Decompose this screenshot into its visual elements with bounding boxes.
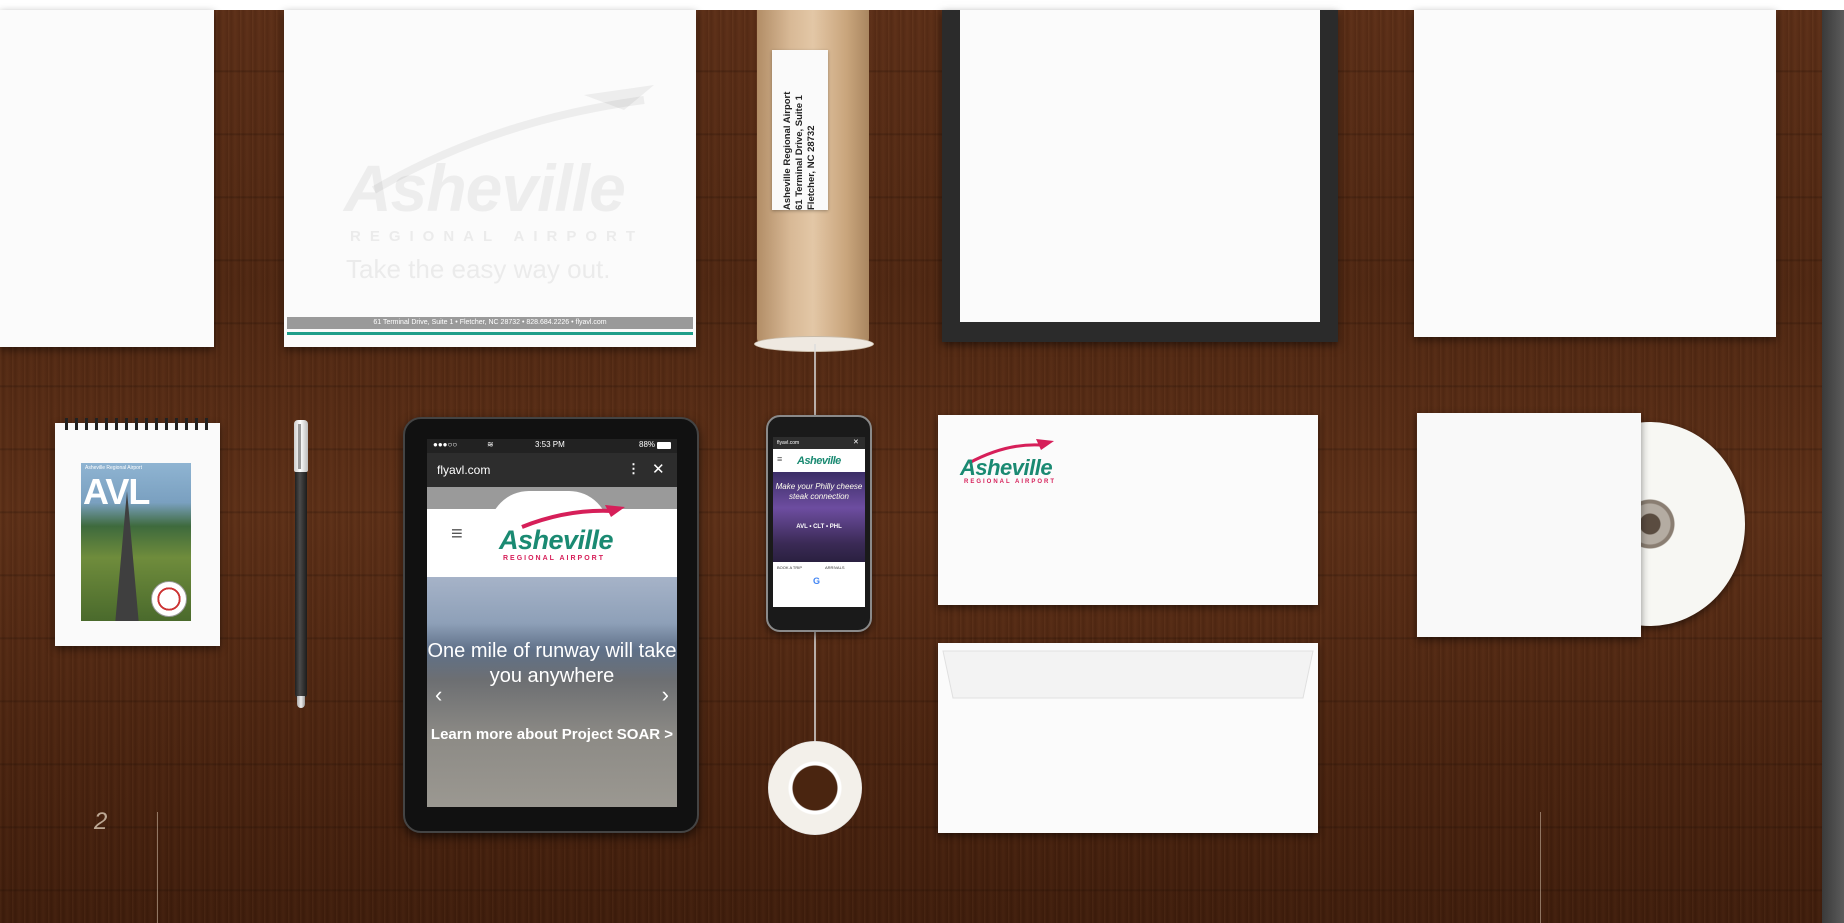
phone-hero-route: AVL • CLT • PHL [796,524,842,530]
letterhead: Asheville REGIONAL AIRPORT Take the easy… [284,10,696,347]
folder-sheet [960,10,1320,322]
cd-sleeve [1417,413,1641,637]
signal-icon: ●●●○○ [433,440,458,449]
letterhead-teal-rule [287,332,693,335]
pen-clip [298,424,301,469]
envelope-logo-sub: REGIONAL AIRPORT [964,479,1057,485]
presentation-folder [942,10,1338,342]
dark-edge [1822,10,1844,923]
letterhead-watermark-sub: REGIONAL AIRPORT [350,228,645,245]
notepad-spiral [65,418,210,430]
envelope-logo-word: Asheville [960,455,1053,480]
phone-device: flyavl.com ✕ ≡ Asheville Make your Phill… [766,415,872,632]
envelope-flap [942,650,1314,699]
book-trip-link[interactable]: BOOK A TRIP [777,565,802,570]
phone-screen: flyavl.com ✕ ≡ Asheville Make your Phill… [773,437,865,607]
carousel-prev-arrow-icon[interactable]: ‹ [435,682,442,708]
hero-headline: One mile of runway will take you anywher… [427,640,677,687]
runway-photo: Asheville Regional Airport AVL [81,463,191,621]
hamburger-menu-icon[interactable]: ≡ [451,523,463,546]
tablet-hero: One mile of runway will take you anywher… [427,577,677,807]
letterhead-footer: 61 Terminal Drive, Suite 1 • Fletcher, N… [287,317,693,329]
phone-logo-word: Asheville [797,455,841,467]
wifi-icon: ≋ [487,440,494,449]
tablet-device: ●●●○○ ≋ 3:53 PM 88% flyavl.com ⋮ ✕ ≡ Ash… [403,417,699,833]
google-icon[interactable]: G [813,576,820,586]
status-time: 3:53 PM [535,440,565,449]
tablet-site-header: ≡ Asheville REGIONAL AIRPORT [427,487,677,577]
pen [294,420,308,708]
blank-sheet-right [1414,10,1776,337]
phone-close-icon[interactable]: ✕ [853,438,859,446]
envelope-front: Asheville REGIONAL AIRPORT [938,415,1318,605]
battery-icon [657,442,671,449]
phone-url-bar[interactable]: flyavl.com ✕ [773,437,865,449]
pen-tip [297,696,305,708]
letterhead-watermark-word: Asheville [344,151,626,225]
phone-bottom-bar: BOOK A TRIP ARRIVALS G [773,562,865,607]
tube-address-line: Fletcher, NC 28732 [806,125,817,211]
tablet-logo-word: Asheville [499,525,614,555]
floor-seam [1540,812,1541,923]
tablet-status-bar: ●●●○○ ≋ 3:53 PM 88% [427,439,677,453]
tube-label: Asheville Regional Airport 61 Terminal D… [772,50,828,210]
envelope-back [938,643,1318,833]
pen-cap [294,420,308,472]
letterhead-watermark-tagline: Take the easy way out. [346,254,611,284]
blank-sheet-left [0,10,214,347]
arrivals-link[interactable]: ARRIVALS [825,565,845,570]
phone-url-text[interactable]: flyavl.com [777,440,799,446]
tube-address: Asheville Regional Airport 61 Terminal D… [782,50,818,210]
tablet-screen: ●●●○○ ≋ 3:53 PM 88% flyavl.com ⋮ ✕ ≡ Ash… [427,439,677,807]
tablet-url-text[interactable]: flyavl.com [437,463,490,477]
phone-site-header: ≡ Asheville [773,449,865,472]
tablet-url-bar[interactable]: flyavl.com ⋮ ✕ [427,453,677,487]
page-number: 2 [94,808,108,835]
mailing-tube: Asheville Regional Airport 61 Terminal D… [754,10,874,352]
airport-seal-icon [151,581,187,617]
floor-seam [157,812,158,923]
tablet-logo-sub: REGIONAL AIRPORT [503,555,606,562]
carousel-next-arrow-icon[interactable]: › [662,682,669,708]
project-soar-link[interactable]: Learn more about Project SOAR > [427,726,677,744]
overflow-menu-icon[interactable]: ⋮ [627,461,640,477]
tube-address-line: 61 Terminal Drive, Suite 1 [794,95,805,210]
string-top [814,344,816,416]
phone-hamburger-icon[interactable]: ≡ [777,454,782,464]
phone-hero-text: Make your Philly cheese steak connection [775,482,863,501]
tape-roll [768,741,862,835]
notepad: Asheville Regional Airport AVL [55,418,220,646]
tube-address-line: Asheville Regional Airport [782,91,793,210]
notepad-avl-text: AVL [83,471,150,512]
close-icon[interactable]: ✕ [652,460,665,478]
battery-percent: 88% [639,440,656,449]
phone-hero: Make your Philly cheese steak connection… [773,472,865,562]
string-bottom [814,627,816,745]
